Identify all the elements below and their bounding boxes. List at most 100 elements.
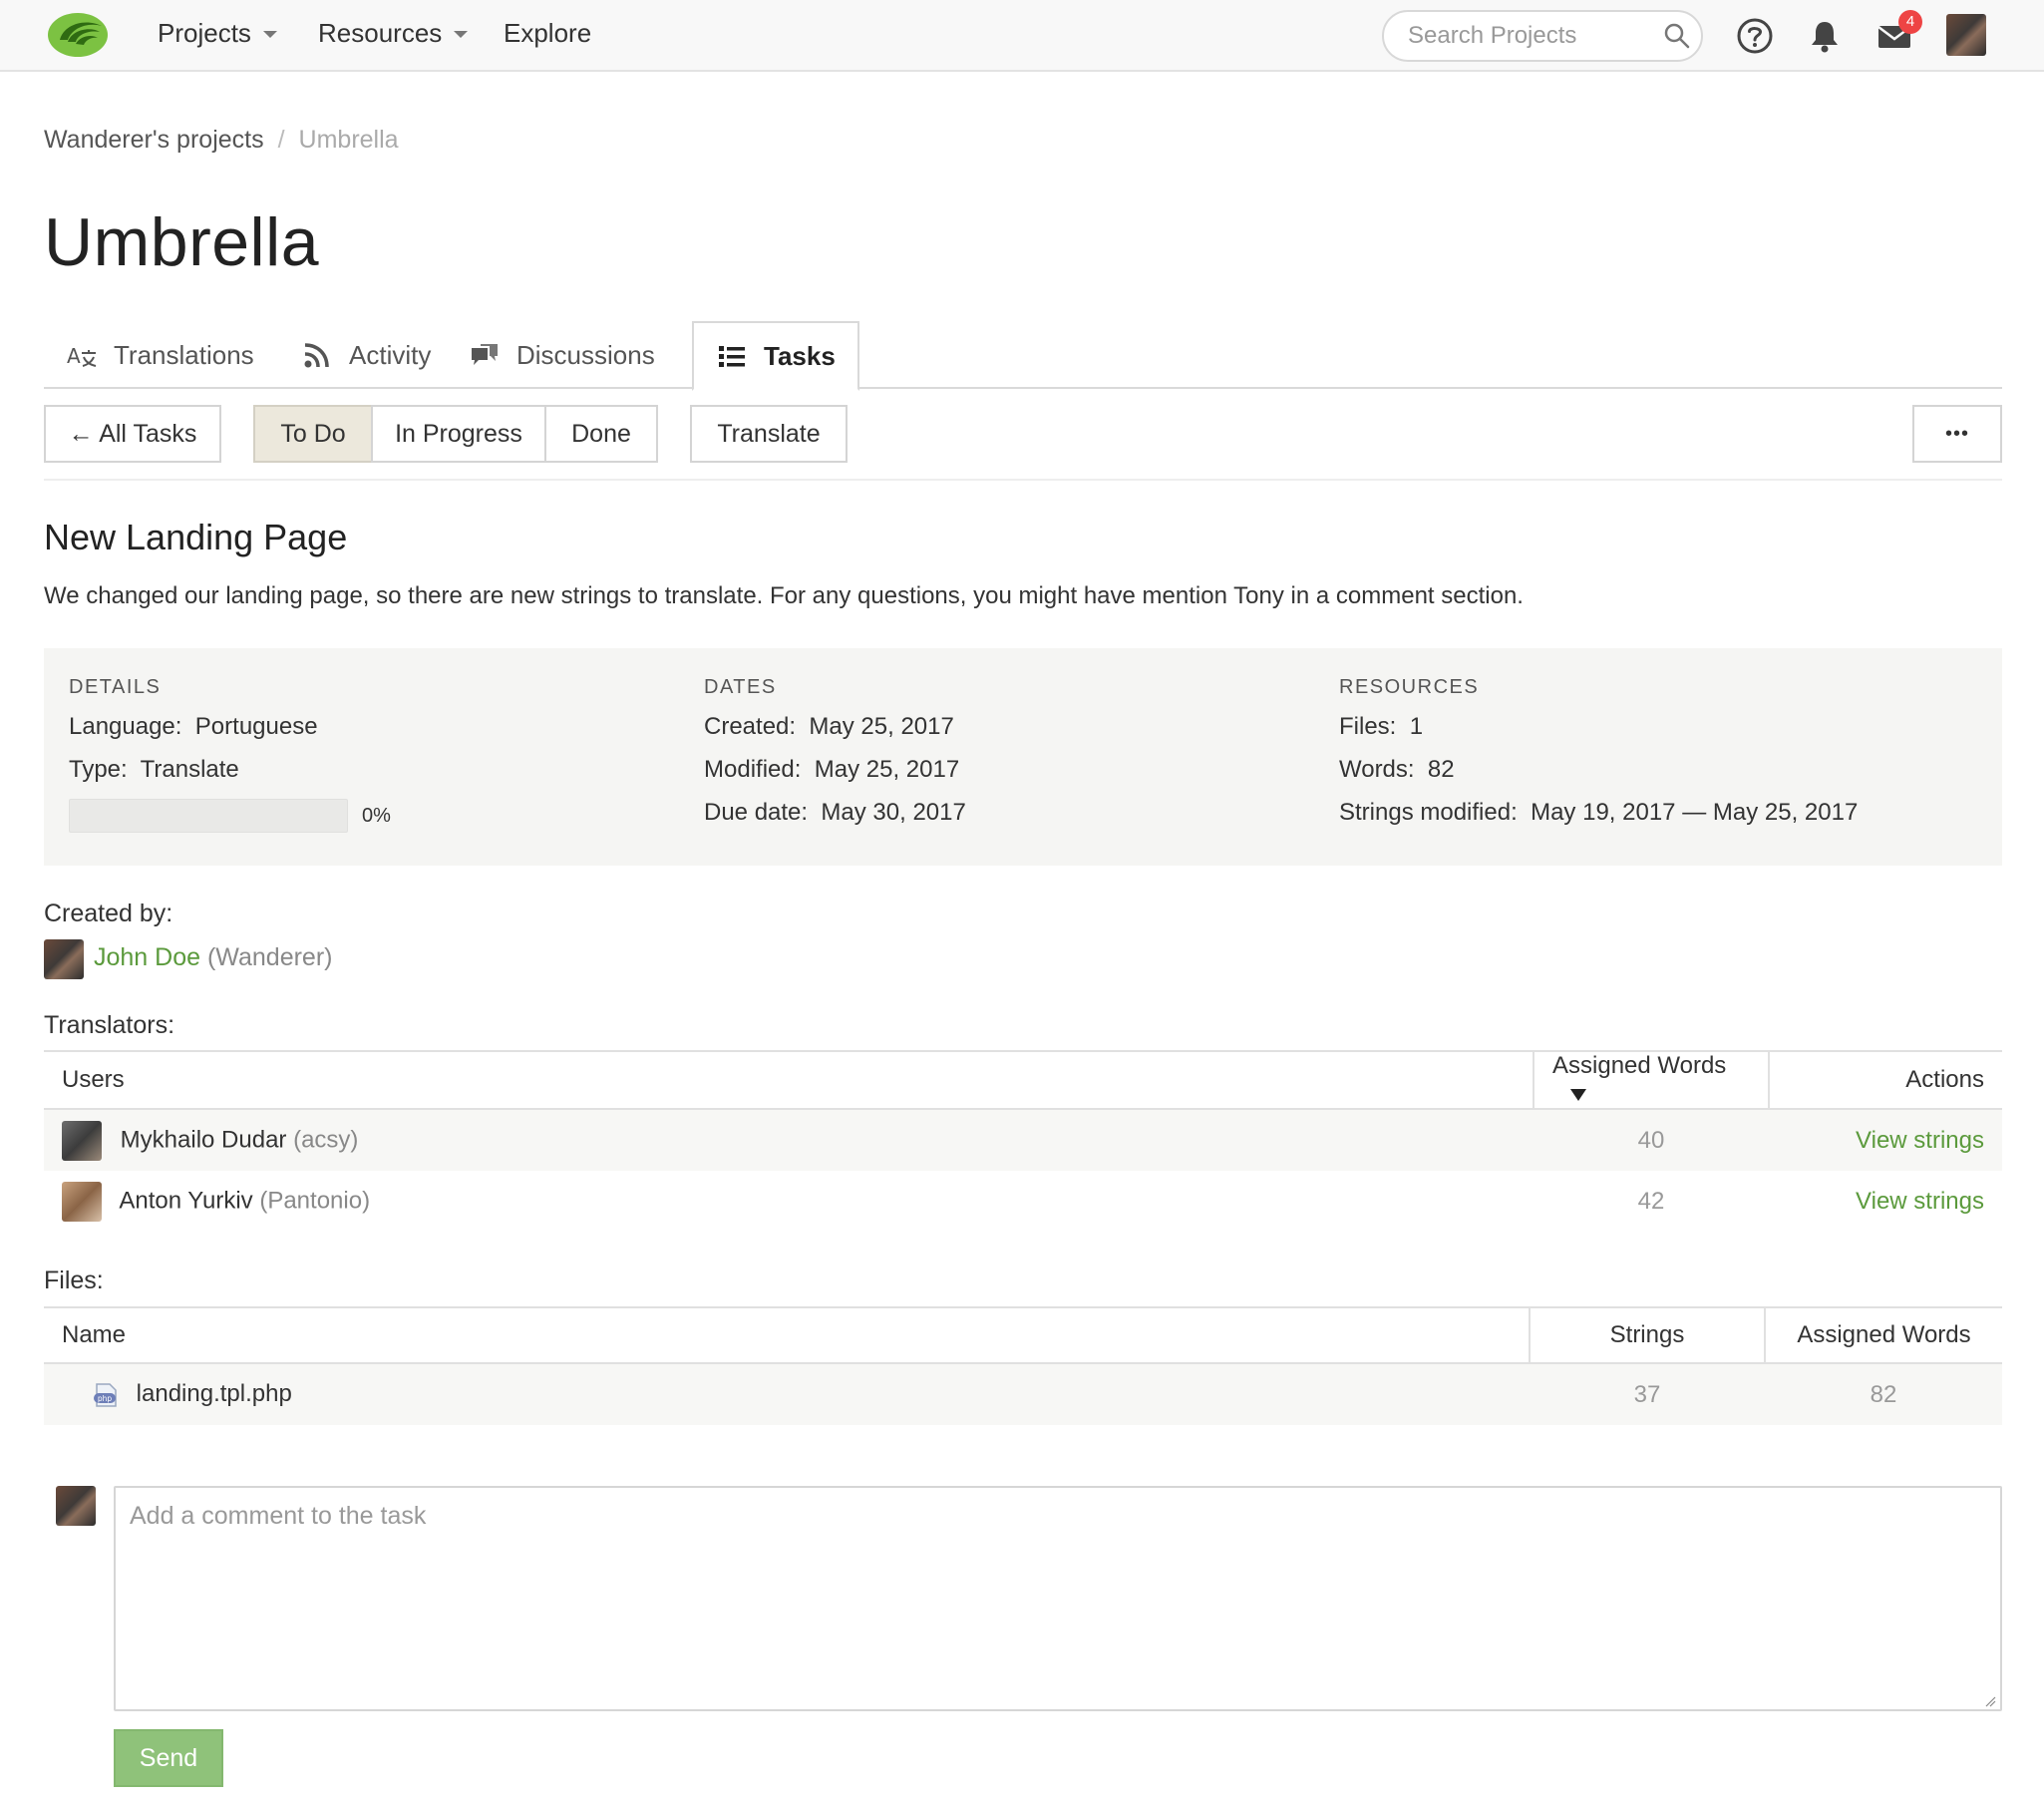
all-tasks-button[interactable]: ← All Tasks [44, 405, 221, 463]
due-date-value: May 30, 2017 [821, 799, 966, 826]
svg-text:php: php [98, 1394, 113, 1403]
breadcrumb-parent-link[interactable]: Wanderer's projects [44, 126, 264, 155]
words-count-row: Words: 82 [1339, 756, 1858, 799]
table-row: Anton Yurkiv (Pantonio) 42 View strings [44, 1171, 2002, 1233]
translate-icon: A [67, 344, 97, 368]
chat-icon [472, 344, 498, 365]
translator-username: (Pantonio) [259, 1187, 371, 1215]
actions-cell: View strings [1769, 1171, 2002, 1233]
breadcrumb: Wanderer's projects / Umbrella [44, 126, 399, 155]
strings-modified-label: Strings modified: [1339, 799, 1518, 826]
divider [44, 479, 2002, 481]
file-assigned-words-column-header: Assigned Words [1764, 1306, 2002, 1364]
files-count-row: Files: 1 [1339, 713, 1858, 756]
filter-todo-button[interactable]: To Do [253, 405, 373, 463]
user-cell: Mykhailo Dudar (acsy) [44, 1109, 1533, 1171]
tab-discussions[interactable]: Discussions [447, 321, 677, 389]
nav-resources[interactable]: Resources [318, 18, 469, 49]
rss-icon [304, 343, 329, 368]
strings-modified-row: Strings modified: May 19, 2017 — May 25,… [1339, 799, 1858, 842]
created-by-label: Created by: [44, 900, 173, 927]
due-date-label: Due date: [704, 799, 809, 826]
search-icon[interactable] [1663, 22, 1691, 50]
file-strings-value: 37 [1530, 1363, 1765, 1425]
strings-column-header: Strings [1529, 1306, 1765, 1364]
tab-translations[interactable]: A Translations [44, 321, 276, 389]
table-row: php landing.tpl.php 37 82 [44, 1363, 2002, 1425]
language-row: Language: Portuguese [69, 713, 391, 756]
type-value: Translate [140, 756, 239, 783]
resize-handle-icon[interactable] [1984, 1695, 1996, 1707]
created-label: Created: [704, 713, 797, 740]
created-row: Created: May 25, 2017 [704, 713, 966, 756]
nav-explore[interactable]: Explore [504, 18, 591, 49]
files-table: Name Strings Assigned Words php landing.… [44, 1306, 2002, 1425]
user-avatar[interactable] [1946, 14, 1986, 56]
resources-column: RESOURCES Files: 1 Words: 82 Strings mod… [1339, 676, 1858, 842]
actions-cell: View strings [1769, 1109, 2002, 1171]
nav-projects-label: Projects [158, 18, 251, 48]
task-description: We changed our landing page, so there ar… [44, 582, 1524, 609]
nav-resources-label: Resources [318, 18, 443, 48]
language-label: Language: [69, 713, 182, 740]
creator-name-link[interactable]: John Doe [94, 943, 200, 971]
assigned-words-column-header[interactable]: Assigned Words [1533, 1050, 1769, 1110]
words-count-label: Words: [1339, 756, 1415, 783]
tab-discussions-label: Discussions [516, 339, 655, 370]
tab-activity-label: Activity [349, 339, 432, 370]
top-navbar: Projects Resources Explore 4 [0, 0, 2044, 72]
tab-tasks[interactable]: Tasks [692, 321, 859, 391]
resources-heading: RESOURCES [1339, 676, 1480, 698]
creator-info: John Doe (Wanderer) [94, 943, 332, 972]
nav-projects[interactable]: Projects [158, 18, 277, 49]
dates-column: DATES Created: May 25, 2017 Modified: Ma… [704, 676, 966, 842]
filter-done-button[interactable]: Done [544, 405, 658, 463]
assigned-words-header-label: Assigned Words [1552, 1052, 1727, 1079]
translators-table: Users Assigned Words Actions Mykhailo Du… [44, 1050, 2002, 1233]
sort-desc-icon [1570, 1088, 1586, 1101]
file-name-cell: php landing.tpl.php [44, 1363, 1530, 1425]
send-button[interactable]: Send [114, 1729, 223, 1787]
type-label: Type: [69, 756, 128, 783]
bell-icon[interactable] [1805, 16, 1845, 56]
modified-value: May 25, 2017 [814, 756, 960, 783]
due-date-row: Due date: May 30, 2017 [704, 799, 966, 842]
details-column: DETAILS Language: Portuguese Type: Trans… [69, 676, 391, 833]
breadcrumb-separator: / [277, 126, 285, 154]
more-options-button[interactable]: ••• [1912, 405, 2002, 463]
chevron-down-icon [454, 31, 469, 38]
task-title: New Landing Page [44, 517, 348, 557]
crowdin-logo[interactable] [46, 10, 110, 60]
type-row: Type: Translate [69, 756, 391, 799]
files-count-value: 1 [1409, 713, 1424, 740]
translate-button[interactable]: Translate [690, 405, 848, 463]
strings-modified-value: May 19, 2017 — May 25, 2017 [1531, 799, 1859, 826]
comment-input[interactable] [114, 1486, 2002, 1711]
file-name[interactable]: landing.tpl.php [137, 1380, 292, 1407]
files-count-label: Files: [1339, 713, 1397, 740]
translators-label: Translators: [44, 1011, 175, 1039]
assigned-words-value: 42 [1637, 1188, 1665, 1215]
filter-in-progress-button[interactable]: In Progress [371, 405, 546, 463]
view-strings-link[interactable]: View strings [1856, 1127, 1984, 1154]
tab-activity[interactable]: Activity [279, 321, 453, 389]
avatar [62, 1182, 102, 1222]
progress-row: 0% [69, 799, 391, 833]
search-input[interactable] [1382, 10, 1703, 62]
user-cell: Anton Yurkiv (Pantonio) [44, 1171, 1533, 1233]
dates-heading: DATES [704, 676, 777, 698]
project-tabs: A Translations Activity Discussions Task… [44, 321, 2002, 391]
words-count-value: 82 [1427, 756, 1455, 783]
details-heading: DETAILS [69, 676, 162, 698]
assigned-words-value: 40 [1533, 1109, 1769, 1171]
view-strings-link[interactable]: View strings [1856, 1188, 1984, 1215]
chevron-down-icon [262, 31, 277, 38]
progress-label: 0% [362, 804, 391, 827]
tab-translations-label: Translations [114, 339, 254, 370]
list-icon [719, 346, 745, 367]
tab-tasks-label: Tasks [764, 340, 836, 371]
help-icon[interactable] [1735, 16, 1775, 56]
nav-explore-label: Explore [504, 18, 592, 48]
avatar [62, 1120, 102, 1161]
creator-username: (Wanderer) [206, 943, 333, 971]
